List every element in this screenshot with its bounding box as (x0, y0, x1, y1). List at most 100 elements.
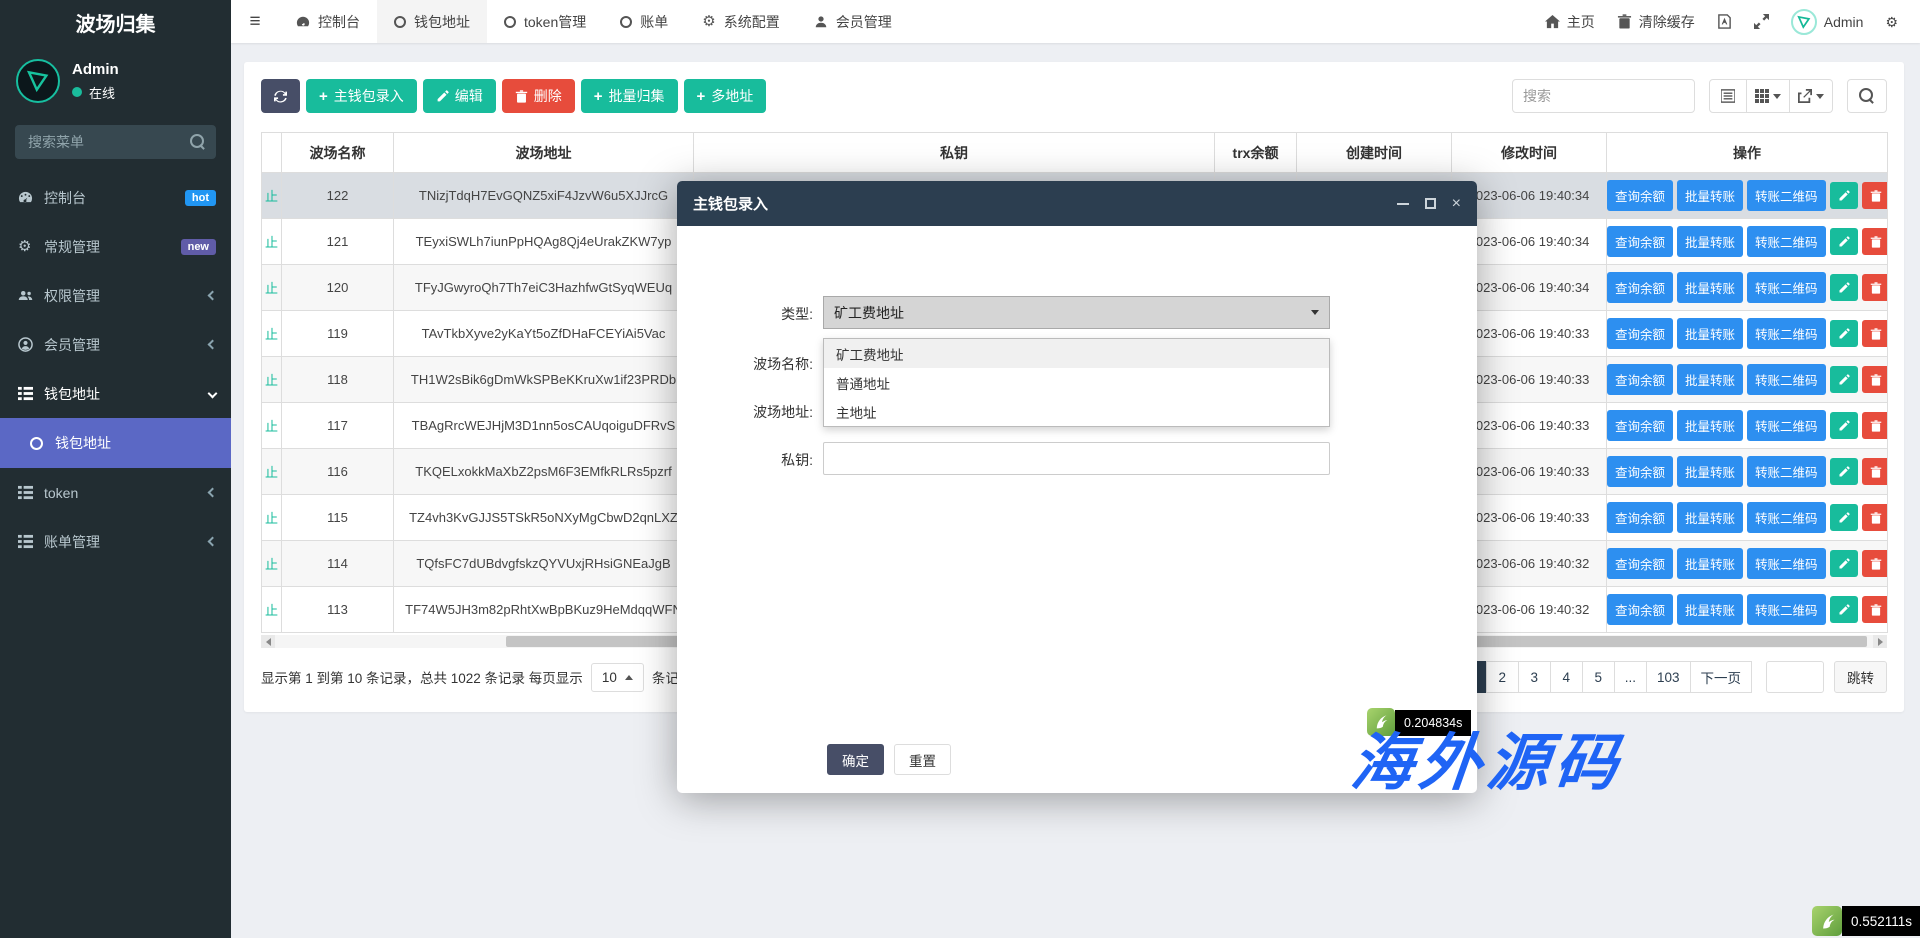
status-link[interactable]: 止 (261, 218, 282, 265)
next-page-button[interactable]: 下一页 (1689, 661, 1752, 693)
multi-address-button[interactable]: + 多地址 (683, 79, 767, 113)
delete-row-button[interactable] (1861, 458, 1887, 485)
delete-row-button[interactable] (1861, 504, 1887, 531)
edit-row-button[interactable] (1829, 550, 1858, 577)
table-search-input[interactable] (1512, 79, 1695, 113)
edit-row-button[interactable] (1829, 412, 1858, 439)
query-balance-button[interactable]: 查询余额 (1607, 594, 1674, 625)
batch-transfer-button[interactable]: 批量转账 (1677, 502, 1744, 533)
minimize-icon[interactable] (1396, 202, 1409, 205)
edit-row-button[interactable] (1829, 596, 1858, 623)
edit-row-button[interactable] (1829, 504, 1858, 531)
jump-button[interactable]: 跳转 (1834, 661, 1887, 693)
sidebar-item-token[interactable]: token (0, 468, 231, 517)
maximize-icon[interactable] (1424, 198, 1436, 209)
dropdown-option-miner-fee[interactable]: 矿工费地址 (824, 339, 1329, 368)
transfer-qrcode-button[interactable]: 转账二维码 (1747, 410, 1826, 441)
private-key-input[interactable] (823, 442, 1330, 475)
transfer-qrcode-button[interactable]: 转账二维码 (1747, 226, 1826, 257)
batch-transfer-button[interactable]: 批量转账 (1677, 548, 1744, 579)
batch-transfer-button[interactable]: 批量转账 (1677, 410, 1744, 441)
status-link[interactable]: 止 (261, 310, 282, 357)
page-ellipsis[interactable]: ... (1613, 661, 1647, 693)
delete-button[interactable]: 删除 (501, 79, 575, 113)
close-icon[interactable]: × (1452, 195, 1461, 212)
page-button[interactable]: 103 (1645, 661, 1691, 693)
page-trace-badge[interactable]: 0.552111s (1812, 906, 1920, 936)
pagination-toggle-button[interactable] (1709, 79, 1747, 113)
sidebar-item-members[interactable]: 会员管理 (0, 320, 231, 369)
edit-button[interactable]: 编辑 (422, 79, 496, 113)
fullscreen-icon[interactable] (1753, 14, 1769, 29)
columns-dropdown-button[interactable] (1747, 79, 1790, 113)
delete-row-button[interactable] (1861, 550, 1887, 577)
sidebar-item-dashboard[interactable]: 控制台 hot (0, 173, 231, 222)
sidebar-subitem-wallet-address-active[interactable]: 钱包地址 (0, 418, 231, 468)
language-icon[interactable] (1717, 14, 1732, 29)
query-balance-button[interactable]: 查询余额 (1607, 180, 1674, 211)
batch-transfer-button[interactable]: 批量转账 (1677, 594, 1744, 625)
batch-transfer-button[interactable]: 批量转账 (1677, 272, 1744, 303)
home-link[interactable]: 主页 (1544, 12, 1595, 32)
dropdown-option-main[interactable]: 主地址 (824, 397, 1329, 426)
delete-row-button[interactable] (1861, 274, 1887, 301)
transfer-qrcode-button[interactable]: 转账二维码 (1747, 456, 1826, 487)
transfer-qrcode-button[interactable]: 转账二维码 (1747, 594, 1826, 625)
reset-button[interactable]: 重置 (894, 744, 951, 775)
edit-row-button[interactable] (1829, 274, 1858, 301)
status-link[interactable]: 止 (261, 540, 282, 587)
edit-row-button[interactable] (1829, 458, 1858, 485)
edit-row-button[interactable] (1829, 366, 1858, 393)
transfer-qrcode-button[interactable]: 转账二维码 (1747, 272, 1826, 303)
scroll-left-arrow[interactable] (261, 635, 275, 648)
refresh-button[interactable] (261, 79, 300, 113)
status-link[interactable]: 止 (261, 356, 282, 403)
delete-row-button[interactable] (1861, 182, 1887, 209)
sidebar-item-bills[interactable]: 账单管理 (0, 517, 231, 566)
tab-member-management[interactable]: 会员管理 (797, 0, 909, 43)
transfer-qrcode-button[interactable]: 转账二维码 (1747, 318, 1826, 349)
batch-collect-button[interactable]: + 批量归集 (580, 79, 678, 113)
query-balance-button[interactable]: 查询余额 (1607, 410, 1674, 441)
edit-row-button[interactable] (1829, 182, 1858, 209)
delete-row-button[interactable] (1861, 366, 1887, 393)
batch-transfer-button[interactable]: 批量转账 (1677, 364, 1744, 395)
sidebar-item-general[interactable]: ⚙ 常规管理 new (0, 222, 231, 271)
hamburger-icon[interactable]: ≡ (231, 0, 279, 43)
transfer-qrcode-button[interactable]: 转账二维码 (1747, 180, 1826, 211)
tab-token[interactable]: token管理 (487, 0, 603, 43)
tab-system-config[interactable]: ⚙ 系统配置 (685, 0, 796, 43)
batch-transfer-button[interactable]: 批量转账 (1677, 318, 1744, 349)
dropdown-option-normal[interactable]: 普通地址 (824, 368, 1329, 397)
query-balance-button[interactable]: 查询余额 (1607, 318, 1674, 349)
transfer-qrcode-button[interactable]: 转账二维码 (1747, 502, 1826, 533)
query-balance-button[interactable]: 查询余额 (1607, 548, 1674, 579)
status-link[interactable]: 止 (261, 586, 282, 633)
page-button[interactable]: 5 (1581, 661, 1615, 693)
sidebar-item-permissions[interactable]: 权限管理 (0, 271, 231, 320)
delete-row-button[interactable] (1861, 596, 1887, 623)
scroll-right-arrow[interactable] (1873, 635, 1887, 648)
edit-row-button[interactable] (1829, 228, 1858, 255)
page-size-select[interactable]: 10 (590, 662, 644, 692)
page-button[interactable]: 4 (1549, 661, 1583, 693)
tab-dashboard[interactable]: 控制台 (279, 0, 377, 43)
query-balance-button[interactable]: 查询余额 (1607, 272, 1674, 303)
type-select[interactable]: 矿工费地址 (823, 296, 1330, 329)
delete-row-button[interactable] (1861, 320, 1887, 347)
query-balance-button[interactable]: 查询余额 (1607, 502, 1674, 533)
status-link[interactable]: 止 (261, 172, 282, 219)
delete-row-button[interactable] (1861, 412, 1887, 439)
batch-transfer-button[interactable]: 批量转账 (1677, 226, 1744, 257)
status-link[interactable]: 止 (261, 448, 282, 495)
confirm-button[interactable]: 确定 (827, 744, 884, 775)
page-button[interactable]: 3 (1517, 661, 1551, 693)
transfer-qrcode-button[interactable]: 转账二维码 (1747, 548, 1826, 579)
query-balance-button[interactable]: 查询余额 (1607, 226, 1674, 257)
status-link[interactable]: 止 (261, 402, 282, 449)
search-icon[interactable] (190, 134, 206, 150)
export-dropdown-button[interactable] (1790, 79, 1833, 113)
tab-wallet-address[interactable]: 钱包地址 (377, 0, 487, 43)
sidebar-item-wallet-address[interactable]: 钱包地址 (0, 369, 231, 418)
add-main-wallet-button[interactable]: + 主钱包录入 (306, 79, 417, 113)
